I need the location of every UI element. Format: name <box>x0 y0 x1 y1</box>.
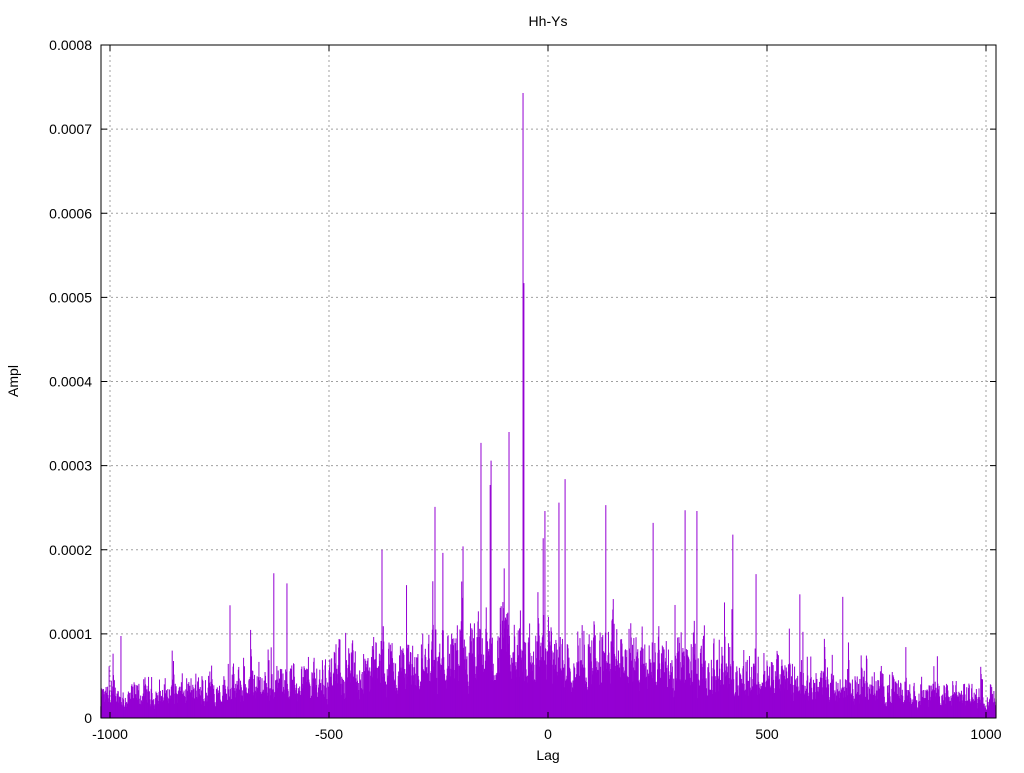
y-tick-label: 0.0005 <box>49 289 92 305</box>
y-tick-label: 0.0001 <box>49 626 92 642</box>
y-tick-label: 0.0007 <box>49 121 92 137</box>
y-tick-label: 0.0002 <box>49 542 92 558</box>
x-tick-label: -500 <box>315 726 343 742</box>
chart-title: Hh-Ys <box>529 13 568 29</box>
y-axis-label: Ampl <box>5 365 21 397</box>
x-tick-label: 0 <box>544 726 552 742</box>
x-axis-label: Lag <box>536 747 559 763</box>
y-tick-label: 0.0008 <box>49 37 92 53</box>
y-tick-label: 0.0004 <box>49 374 92 390</box>
y-tick-label: 0.0003 <box>49 458 92 474</box>
x-tick-label: -1000 <box>92 726 128 742</box>
y-tick-label: 0 <box>84 710 92 726</box>
x-tick-label: 1000 <box>970 726 1001 742</box>
chart: Hh-Ys Ampl Lag -1000 -500 0 500 1000 0 0.0001 0… <box>5 13 1002 763</box>
x-tick-label: 500 <box>755 726 779 742</box>
y-tick-label: 0.0006 <box>49 205 92 221</box>
axis-ticks: -1000 -500 0 500 1000 0 0.0001 0.0002 0.0003 0.00… <box>49 37 1002 742</box>
